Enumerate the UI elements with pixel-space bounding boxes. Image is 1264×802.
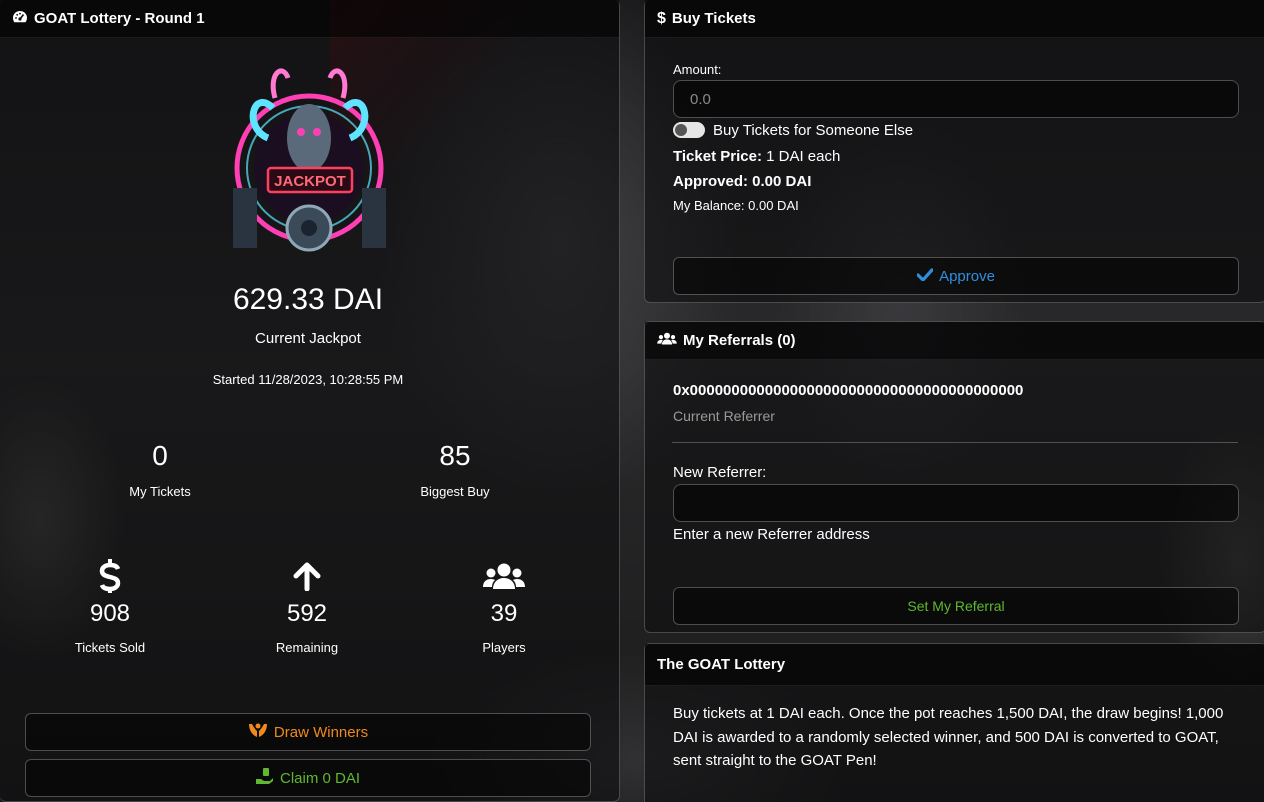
buy-for-someone-else-label: Buy Tickets for Someone Else [713,122,914,139]
buy-for-someone-else-toggle[interactable] [673,122,705,138]
stat-biggest-buy: 85 Biggest Buy [375,440,535,499]
amount-input[interactable]: 0.0 [673,80,1239,118]
jackpot-label: Current Jackpot [255,330,361,347]
referrals-title: My Referrals (0) [683,332,796,349]
buy-tickets-title: Buy Tickets [671,10,756,27]
new-referrer-label: New Referrer: [673,464,767,481]
stat-players: 39 Players [434,558,574,655]
draw-winners-label: Draw Winners [273,723,369,741]
ticket-price: Ticket Price: 1 DAI each [673,148,840,165]
current-referrer-address: 0x00000000000000000000000000000000000000… [673,382,1024,399]
new-referrer-hint: Enter a new Referrer address [673,526,870,543]
referrals-header: My Referrals (0) [645,322,1264,360]
lottery-title: GOAT Lottery - Round 1 [34,10,205,27]
jackpot-amount: 629.33 DAI [232,283,384,316]
approve-label: Approve [939,267,995,285]
players-value: 39 [490,600,518,627]
approved-amount: Approved: 0.00 DAI [673,173,812,190]
check-icon [916,267,934,285]
hands-icon [248,722,268,742]
hand-holding-icon [255,768,274,788]
amount-label: Amount: [673,62,722,77]
approve-button[interactable]: Approve [673,257,1239,295]
biggest-buy-value: 85 [439,440,471,471]
jackpot-logo: JACKPOT [233,68,386,252]
about-text: Buy tickets at 1 DAI each. Once the pot … [673,705,1224,769]
my-tickets-value: 0 [152,440,168,471]
stat-tickets-sold: 908 Tickets Sold [40,558,180,655]
referrals-divider [672,442,1238,443]
current-referrer-label: Current Referrer [673,408,775,424]
buy-tickets-header: $ Buy Tickets [645,0,1264,38]
ticket-price-label: Ticket Price: [673,148,762,165]
claim-label: Claim 0 DAI [279,769,361,787]
stat-remaining: 592 Remaining [237,558,377,655]
my-balance: My Balance: 0.00 DAI [673,198,799,213]
dollar-icon: $ [657,9,666,27]
remaining-value: 592 [286,600,328,627]
new-referrer-input[interactable] [673,484,1239,522]
arrow-up-icon [237,558,377,594]
biggest-buy-label: Biggest Buy [420,484,490,499]
remaining-label: Remaining [275,640,339,655]
set-referral-button[interactable]: Set My Referral [673,587,1239,625]
round-start-time: Started 11/28/2023, 10:28:55 PM [212,372,404,387]
players-label: Players [482,640,526,655]
stat-my-tickets: 0 My Tickets [80,440,240,499]
set-referral-label: Set My Referral [907,598,1005,614]
dashboard-icon [12,10,28,28]
users-icon [657,332,677,349]
amount-placeholder: 0.0 [690,90,711,108]
my-tickets-label: My Tickets [129,484,191,499]
about-header: The GOAT Lottery [645,644,1264,686]
ticket-price-value: 1 DAI each [766,148,841,165]
about-title: The GOAT Lottery [657,656,786,673]
tickets-sold-value: 908 [89,600,131,627]
users-icon [434,558,574,594]
claim-button[interactable]: Claim 0 DAI [25,759,591,797]
jackpot-logo-text: JACKPOT [274,173,346,190]
tickets-sold-label: Tickets Sold [74,640,146,655]
draw-winners-button[interactable]: Draw Winners [25,713,591,751]
dollar-icon [40,558,180,594]
lottery-panel-header: GOAT Lottery - Round 1 [0,0,619,38]
